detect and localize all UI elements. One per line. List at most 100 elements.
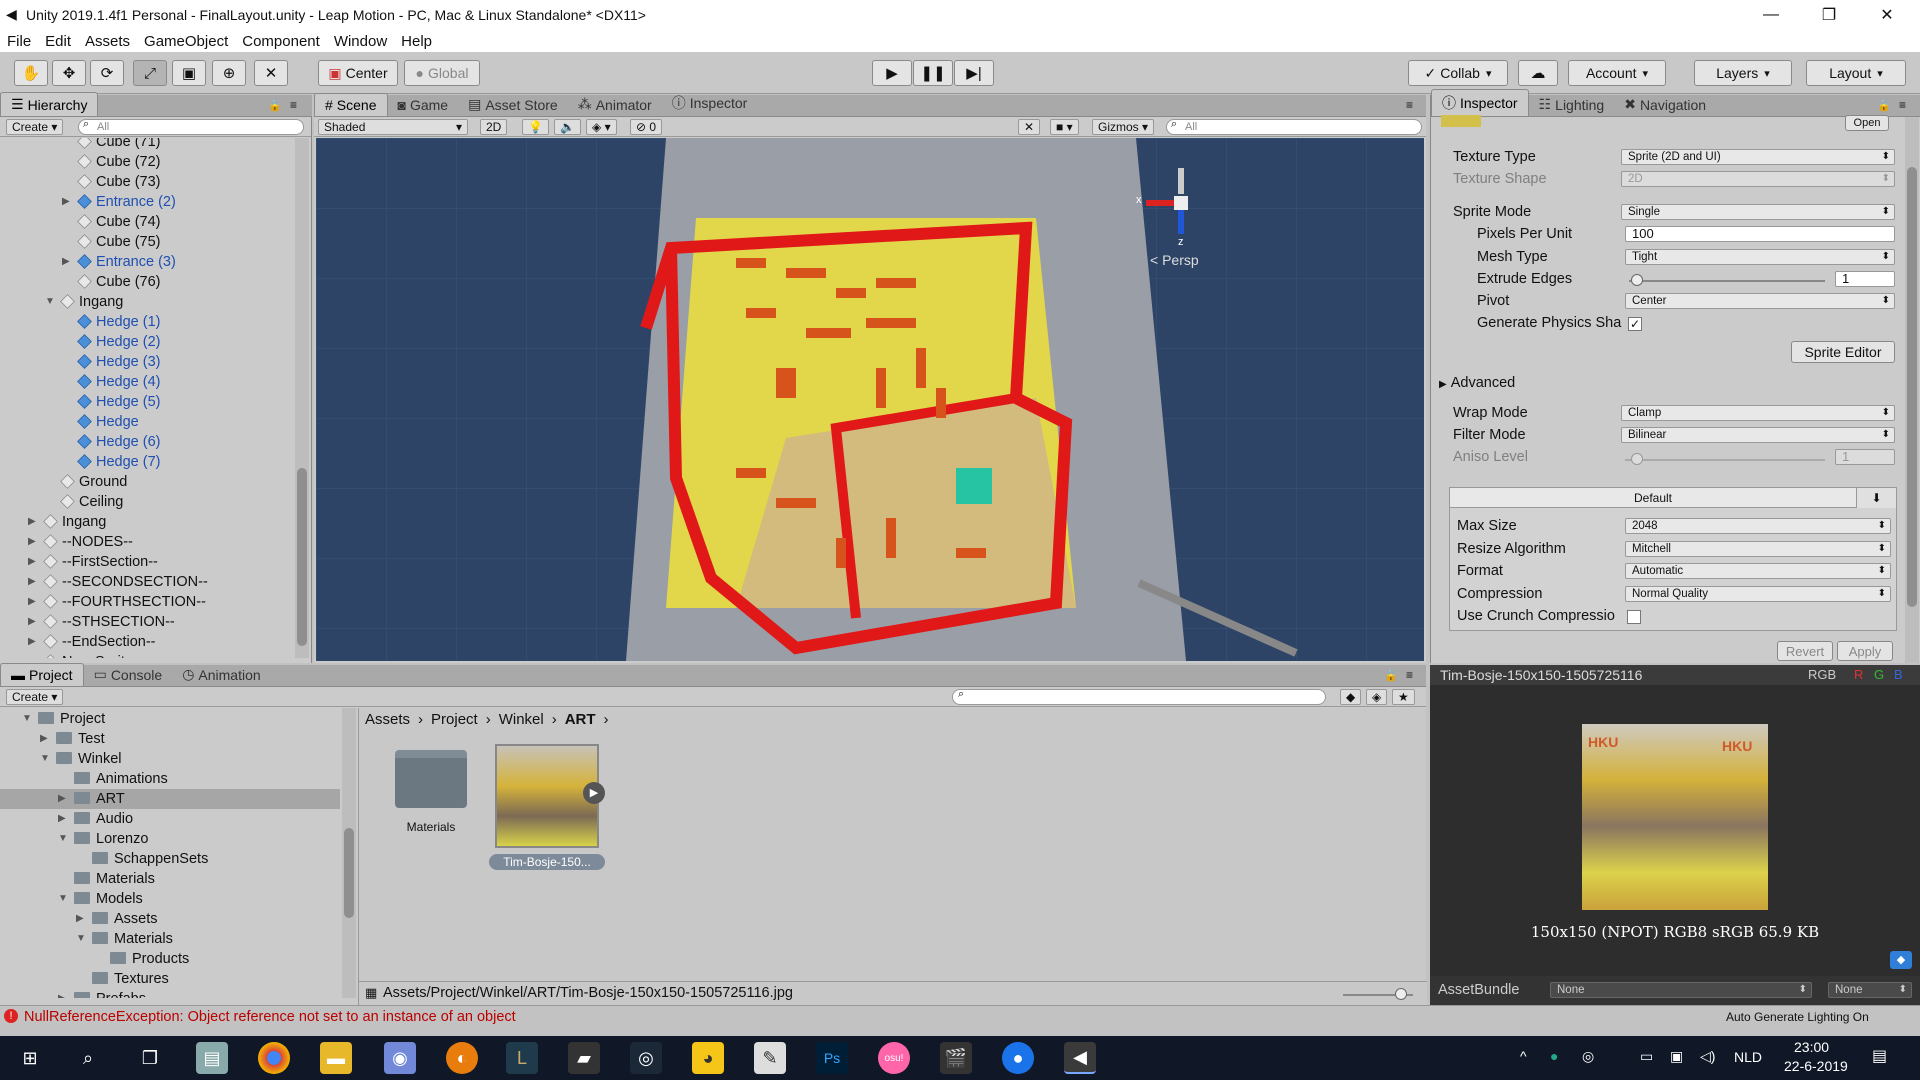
hierarchy-item[interactable]: Hedge [77,412,139,432]
channel-r[interactable]: R [1854,667,1863,682]
chevron-right-icon[interactable]: ▶ [62,192,74,212]
pause-button[interactable]: ❚❚ [913,60,953,86]
steam-vr-icon[interactable]: ▰ [568,1042,600,1074]
project-folder-item[interactable]: ▼ Materials [76,929,173,949]
panel-menu-icon[interactable]: ≡ [1899,98,1906,112]
chevron-right-icon[interactable]: ▶ [28,632,40,652]
camera-dropdown[interactable]: ■ ▾ [1050,119,1079,135]
extrude-slider-knob[interactable] [1631,274,1643,286]
language-indicator[interactable]: NLD [1734,1049,1762,1065]
play-button[interactable]: ▶ [872,60,912,86]
project-folder-item[interactable]: ▼ Lorenzo [58,829,148,849]
project-folder-item[interactable]: ▶ Audio [58,809,133,829]
close-button[interactable]: ✕ [1858,0,1916,30]
chrome-icon[interactable] [258,1042,290,1074]
app-icon-generic[interactable]: ▤ [196,1042,228,1074]
menu-window[interactable]: Window [327,33,394,50]
pivot-dropdown[interactable]: Center [1625,293,1895,309]
chevron-right-icon[interactable]: ▶ [40,729,52,749]
hierarchy-item[interactable]: New Sprite [43,652,133,658]
hierarchy-item[interactable]: ▶ Entrance (2) [62,192,176,212]
start-windows-icon[interactable]: ⊞ [14,1042,46,1074]
panel-menu-icon[interactable]: ≡ [1406,98,1413,112]
hierarchy-item[interactable]: Hedge (1) [77,312,160,332]
tab-animator[interactable]: ⁂ Animator [568,93,662,116]
hierarchy-item[interactable]: ▶ Entrance (3) [62,252,176,272]
hidden-objects-toggle[interactable]: ⊘ 0 [630,119,663,135]
menu-edit[interactable]: Edit [38,33,78,50]
hierarchy-item[interactable]: Hedge (7) [77,452,160,472]
extrude-field[interactable]: 1 [1835,271,1895,287]
breadcrumb-assets[interactable]: Assets [365,711,410,728]
lock-icon[interactable]: 🔒 [1384,669,1398,682]
label-tag-icon[interactable]: ◆ [1890,951,1912,969]
lock-icon[interactable]: 🔒 [1877,99,1891,112]
menu-help[interactable]: Help [394,33,439,50]
scene-viewport[interactable]: x z < Persp [316,138,1424,661]
menu-gameobject[interactable]: GameObject [137,33,235,50]
hierarchy-item[interactable]: Hedge (2) [77,332,160,352]
channel-g[interactable]: G [1874,667,1884,682]
filter-type-button[interactable]: ◆ [1340,689,1362,705]
discord-icon[interactable]: ◉ [384,1042,416,1074]
notifications-icon[interactable]: ▤ [1872,1046,1887,1066]
hierarchy-item[interactable]: ▶ --FOURTHSECTION-- [28,592,206,612]
tab-navigation[interactable]: ✖ Navigation [1614,93,1716,116]
project-folder-item[interactable]: Animations [74,769,168,789]
revert-button[interactable]: Revert [1777,641,1833,661]
breadcrumb-art[interactable]: ART [565,711,596,728]
hierarchy-item[interactable]: ▶ Ingang [28,512,106,532]
pivot-global-button[interactable]: ● Global [404,60,480,86]
rotate-tool-button[interactable]: ⟳ [90,60,124,86]
restore-button[interactable]: ❐ [1800,0,1858,30]
tab-inspector[interactable]: ⓘ Inspector [1431,89,1529,116]
hierarchy-item[interactable]: ▶ --SECONDSECTION-- [28,572,208,592]
open-button[interactable]: Open [1845,115,1889,131]
project-folder-item[interactable]: ▶ Assets [76,909,158,929]
projection-label[interactable]: < Persp [1150,252,1199,268]
lock-icon[interactable]: 🔒 [268,99,282,112]
ppu-field[interactable]: 100 [1625,226,1895,242]
channel-rgb[interactable]: RGB [1808,667,1836,682]
steam-icon[interactable]: ◎ [630,1042,662,1074]
file-explorer-icon[interactable]: ▬ [320,1042,352,1074]
mesh-type-dropdown[interactable]: Tight [1625,249,1895,265]
hierarchy-item[interactable]: Hedge (5) [77,392,160,412]
assetbundle-dropdown[interactable]: None [1550,982,1812,998]
scene-search-input[interactable]: All [1166,119,1422,135]
chevron-right-icon[interactable]: ▶ [28,512,40,532]
move-tool-button[interactable]: ✥ [52,60,86,86]
chevron-right-icon[interactable]: ▶ [28,612,40,632]
tab-lighting[interactable]: ☷ Lighting [1529,93,1615,116]
tray-steam-icon[interactable]: ◎ [1582,1048,1594,1065]
hierarchy-item[interactable]: Hedge (4) [77,372,160,392]
blender-icon[interactable]: ◐ [446,1042,478,1074]
breadcrumb-project[interactable]: Project [431,711,478,728]
hierarchy-item[interactable]: ▼ Ingang [45,292,123,312]
effects-dropdown[interactable]: ◈ ▾ [586,119,617,135]
pivot-center-button[interactable]: ▣ Center [318,60,398,86]
chevron-down-icon[interactable]: ▼ [22,709,34,729]
layers-dropdown[interactable]: Layers [1694,60,1792,86]
chevron-right-icon[interactable]: ▶ [28,592,40,612]
clapper-icon[interactable]: 🎬 [940,1042,972,1074]
texture-type-dropdown[interactable]: Sprite (2D and UI) [1621,149,1895,165]
collab-dropdown[interactable]: ✓ Collab [1408,60,1508,86]
project-folder-item[interactable]: Textures [92,969,169,989]
sprite-mode-dropdown[interactable]: Single [1621,204,1895,220]
format-dropdown[interactable]: Automatic [1625,563,1891,579]
project-folder-item[interactable]: Products [110,949,189,969]
tab-project[interactable]: ▬ Project [0,663,84,686]
project-folder-item[interactable]: Materials [74,869,155,889]
toggle-2d-button[interactable]: 2D [480,119,508,135]
tab-hierarchy[interactable]: ☰ Hierarchy [0,92,99,116]
tab-asset-store[interactable]: ▤ Asset Store [458,93,568,116]
shading-mode-dropdown[interactable]: Shaded ▾ [318,119,468,135]
chevron-down-icon[interactable]: ▼ [45,292,57,312]
project-folder-item[interactable]: ▼ Winkel [40,749,122,769]
panel-menu-icon[interactable]: ≡ [1406,668,1413,682]
chevron-down-icon[interactable]: ▼ [58,829,70,849]
hierarchy-scrollbar[interactable] [295,138,309,658]
chevron-right-icon[interactable]: ▶ [58,989,70,998]
project-folder-item[interactable]: ▼ Project [22,709,105,729]
